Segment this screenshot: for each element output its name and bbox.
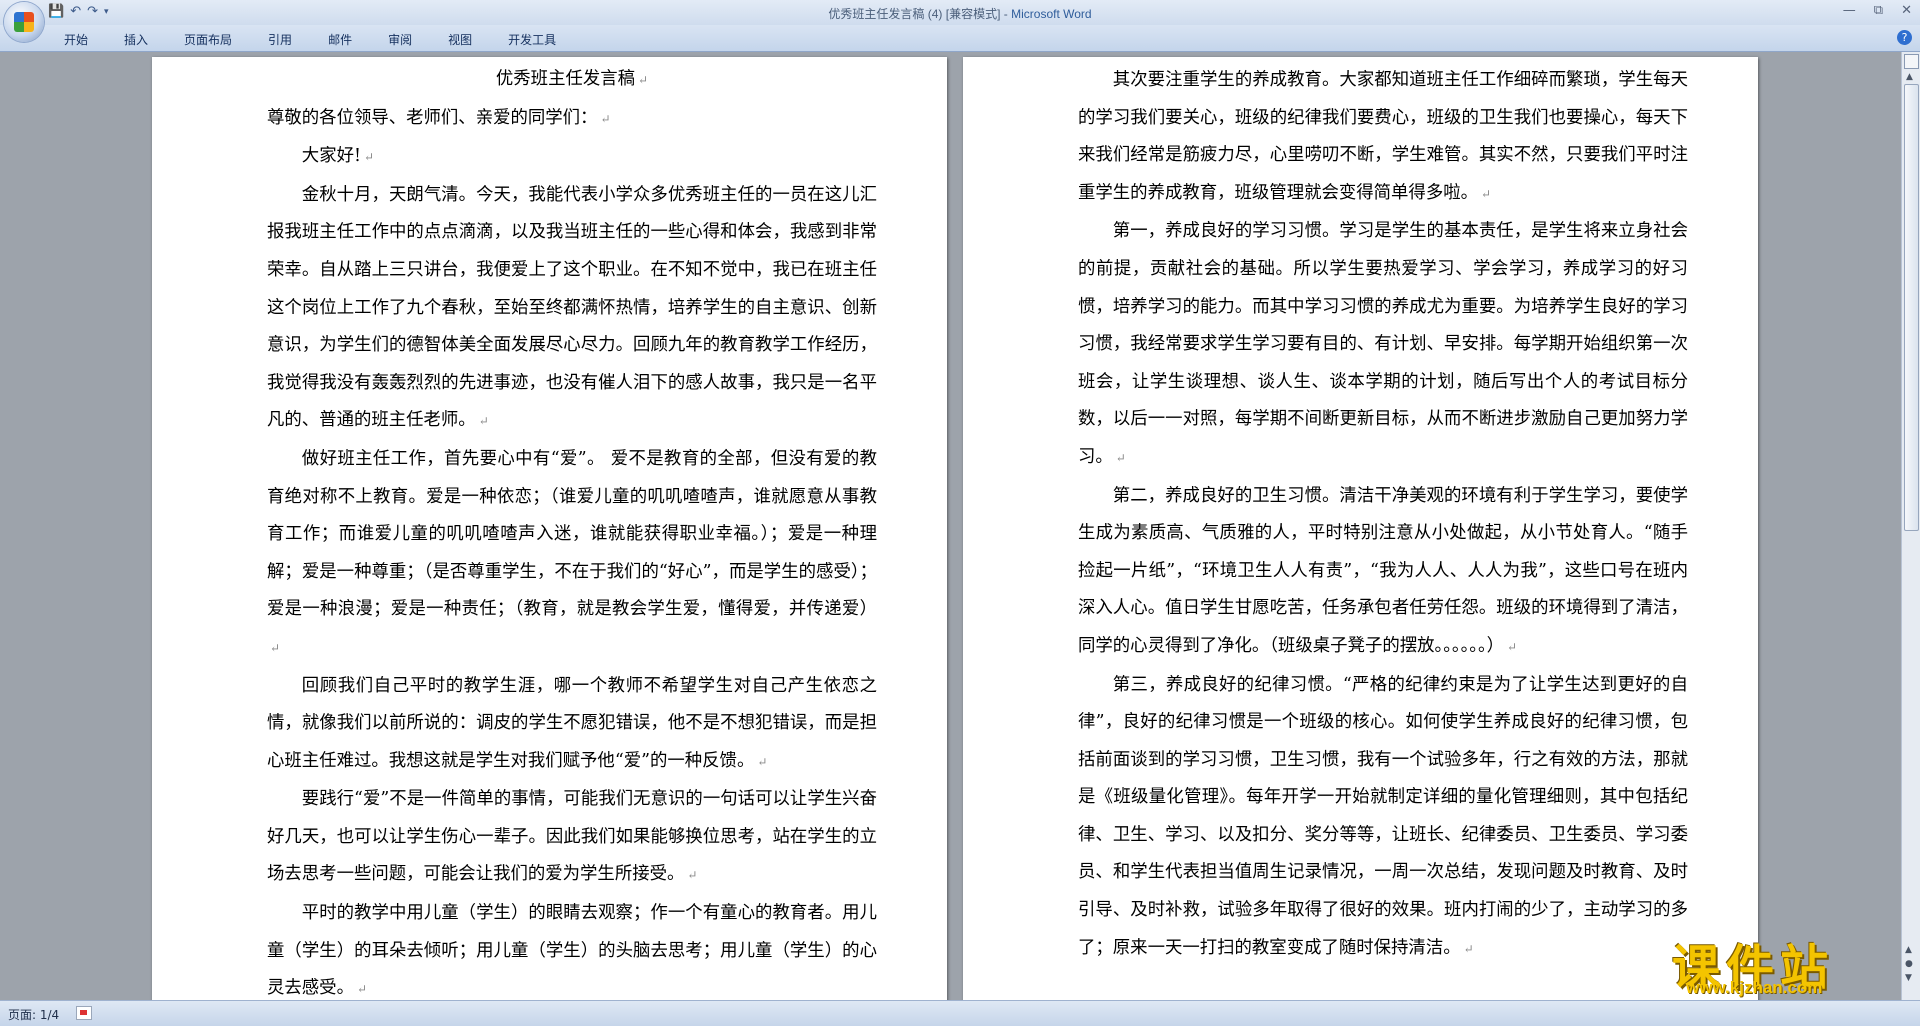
paragraph: 回顾我们自己平时的教学生涯，哪一个教师不希望学生对自己产生依恋之情，就像我们以前… — [267, 675, 877, 771]
paragraph-mark-icon: ↵ — [600, 111, 611, 126]
office-logo-icon — [14, 12, 34, 32]
document-workspace[interactable]: 优秀班主任发言稿 ↵ 尊敬的各位领导、老师们、亲爱的同学们： ↵ 大家好! ↵ 金秋十… — [0, 52, 1898, 1000]
window-title: 优秀班主任发言稿 (4) [兼容模式] - Microsoft Word — [828, 7, 1092, 21]
paragraph: 尊敬的各位领导、老师们、亲爱的同学们： ↵ — [267, 107, 611, 128]
tab-references[interactable]: 引用 — [254, 29, 306, 50]
status-bar: 页面: 1/4 — [0, 1000, 1920, 1026]
watermark-url: www.kjzhan.com — [1686, 978, 1823, 997]
paragraph-mark-icon: ↵ — [687, 868, 698, 883]
site-watermark: 课件站 www.kjzhan.com — [1672, 928, 1912, 998]
page-indicator[interactable]: 页面: 1/4 — [8, 1006, 59, 1023]
tab-review[interactable]: 审阅 — [374, 29, 426, 50]
tab-developer[interactable]: 开发工具 — [494, 29, 570, 50]
paragraph: 大家好! ↵ — [301, 146, 375, 167]
window-controls: — ⧉ ✕ — [1843, 3, 1912, 19]
page-2-text: 其次要注重学生的养成教育。大家都知道班主任工作细碎而繁琐，学生每天的学习我们要关… — [1078, 62, 1688, 968]
tab-home[interactable]: 开始 — [50, 29, 102, 50]
office-button[interactable] — [4, 2, 44, 42]
app-name: Microsoft Word — [1011, 7, 1092, 21]
paragraph: 平时的教学中用儿童（学生）的眼睛去观察；作一个有童心的教育者。用儿童（学生）的耳… — [267, 903, 877, 999]
document-name: 优秀班主任发言稿 (4) [兼容模式] — [828, 7, 1001, 21]
paragraph: 第三，养成良好的纪律习惯。“严格的纪律约束是为了让学生达到更好的自律”，良好的纪… — [1078, 674, 1688, 958]
document-page-1[interactable]: 优秀班主任发言稿 ↵ 尊敬的各位领导、老师们、亲爱的同学们： ↵ 大家好! ↵ 金秋十… — [152, 57, 947, 1000]
vertical-scrollbar[interactable]: ▲ ▲ ● ▼ — [1901, 52, 1920, 1000]
paragraph-mark-icon: ↵ — [1507, 639, 1518, 654]
scroll-up-icon[interactable]: ▲ — [1906, 72, 1913, 82]
paragraph: 第二，养成良好的卫生习惯。清洁干净美观的环境有利于学生学习，要使学生成为素质高、… — [1078, 485, 1688, 656]
paragraph-mark-icon: ↵ — [1463, 941, 1474, 956]
page-1-text: 优秀班主任发言稿 ↵ 尊敬的各位领导、老师们、亲爱的同学们： ↵ 大家好! ↵ 金秋十… — [267, 61, 877, 1000]
paragraph: 做好班主任工作，首先要心中有“爱”。 爱不是教育的全部，但没有爱的教育绝对称不上… — [267, 448, 878, 655]
ribbon-tabs: 开始 插入 页面布局 引用 邮件 审阅 视图 开发工具 — [50, 29, 578, 50]
tab-mailings[interactable]: 邮件 — [314, 29, 366, 50]
paragraph: 金秋十月，天朗气清。今天，我能代表小学众多优秀班主任的一员在这儿汇报我班主任工作… — [267, 184, 877, 431]
proofing-icon[interactable] — [76, 1006, 92, 1020]
paragraph-mark-icon: ↵ — [1481, 186, 1492, 201]
tab-insert[interactable]: 插入 — [110, 29, 162, 50]
paragraph-mark-icon: ↵ — [638, 73, 649, 87]
document-page-2[interactable]: 其次要注重学生的养成教育。大家都知道班主任工作细碎而繁琐，学生每天的学习我们要关… — [963, 57, 1758, 1000]
tab-view[interactable]: 视图 — [434, 29, 486, 50]
document-title: 优秀班主任发言稿 ↵ — [495, 69, 649, 89]
paragraph-mark-icon: ↵ — [478, 414, 489, 429]
paragraph-mark-icon: ↵ — [356, 982, 368, 997]
close-icon[interactable]: ✕ — [1901, 3, 1912, 19]
paragraph: 第一，养成良好的学习习惯。学习是学生的基本责任，是学生将来立身社会的前提，贡献社… — [1078, 221, 1688, 467]
minimize-icon[interactable]: — — [1843, 3, 1856, 19]
paragraph: 其次要注重学生的养成教育。大家都知道班主任工作细碎而繁琐，学生每天的学习我们要关… — [1078, 70, 1688, 203]
paragraph-mark-icon: ↵ — [363, 150, 375, 165]
view-ruler-icon[interactable] — [1904, 54, 1919, 69]
help-icon[interactable]: ? — [1897, 30, 1912, 45]
tab-page-layout[interactable]: 页面布局 — [170, 29, 246, 50]
ribbon: 开始 插入 页面布局 引用 邮件 审阅 视图 开发工具 ? — [0, 25, 1920, 52]
title-bar: 💾 ↶ ↷ ▾ 优秀班主任发言稿 (4) [兼容模式] - Microsoft … — [0, 0, 1920, 42]
paragraph-mark-icon: ↵ — [270, 640, 281, 655]
paragraph-mark-icon: ↵ — [757, 754, 768, 769]
restore-icon[interactable]: ⧉ — [1874, 3, 1883, 19]
paragraph: 要践行“爱”不是一件简单的事情，可能我们无意识的一句话可以让学生兴奋好几天，也可… — [267, 789, 877, 885]
scrollbar-thumb[interactable] — [1904, 84, 1919, 531]
paragraph-mark-icon: ↵ — [1115, 450, 1126, 465]
